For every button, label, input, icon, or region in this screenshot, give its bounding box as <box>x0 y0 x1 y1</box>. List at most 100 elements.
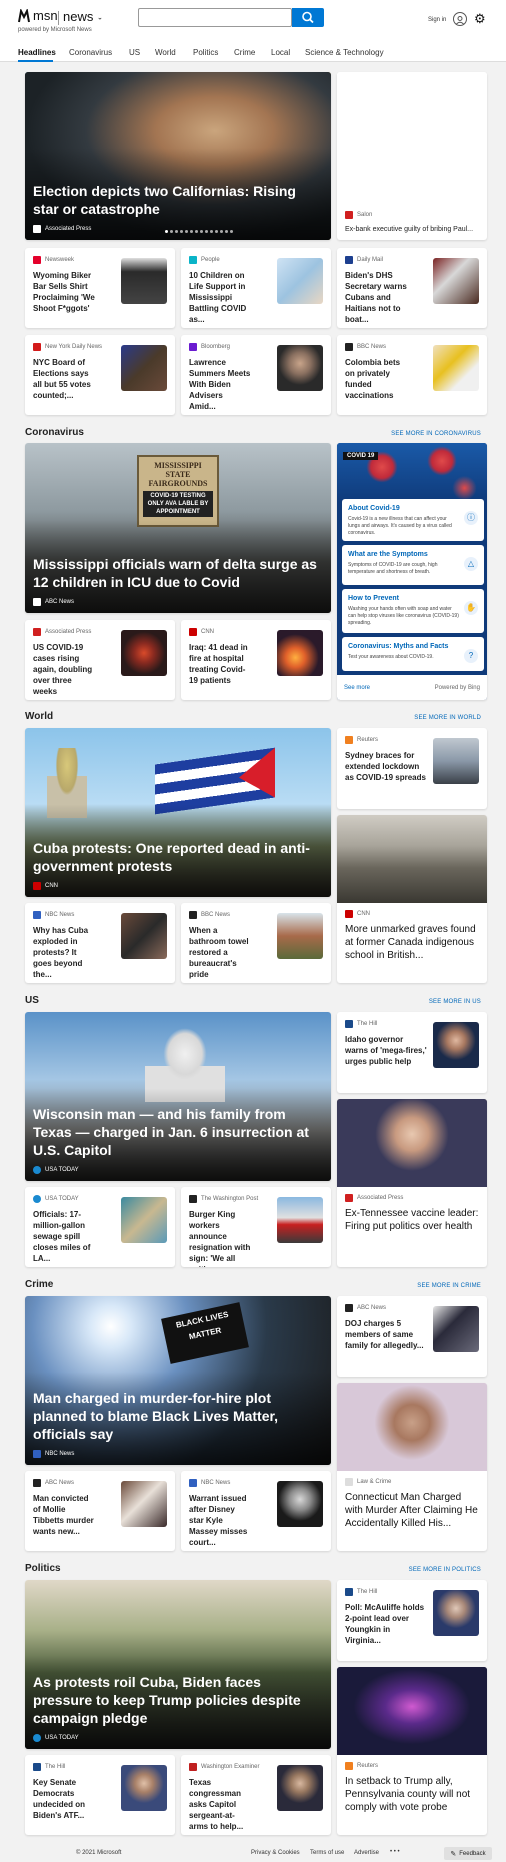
feedback-button[interactable]: ✎ Feedback <box>444 1847 492 1860</box>
top-side-title[interactable]: Ex-bank executive guilty of bribing Paul… <box>345 224 483 236</box>
card-title[interactable]: Biden's DHS Secretary warns Cubans and H… <box>345 270 407 325</box>
politics-hero-title[interactable]: As protests roil Cuba, Biden faces press… <box>33 1673 317 1727</box>
nav-headlines[interactable]: Headlines <box>18 48 56 57</box>
search-box[interactable] <box>138 8 292 28</box>
politics-card-1[interactable]: The Hill Key Senate Democrats undecided o… <box>25 1755 175 1835</box>
top-card-6[interactable]: BBC News Colombia bets on privately funde… <box>337 335 487 415</box>
card-title[interactable]: In setback to Trump ally, Pennsylvania c… <box>345 1775 481 1814</box>
see-more-world[interactable]: SEE MORE IN WORLD <box>414 715 481 721</box>
covid-item-title: How to Prevent <box>348 595 399 602</box>
nav-science-technology[interactable]: Science & Technology <box>305 48 384 57</box>
see-more-us[interactable]: SEE MORE IN US <box>429 999 481 1005</box>
nav-us[interactable]: US <box>129 48 140 57</box>
sign-in-label[interactable]: Sign in <box>428 17 446 23</box>
card-title[interactable]: Idaho governor warns of 'mega-fires,' ur… <box>345 1034 427 1067</box>
card-title[interactable]: Texas congressman asks Capitol sergeant-… <box>189 1777 251 1832</box>
coronavirus-hero-title[interactable]: Mississippi officials warn of delta surg… <box>33 555 317 591</box>
crime-side-top-card[interactable]: ABC News DOJ charges 5 members of same fa… <box>337 1296 487 1377</box>
card-title[interactable]: DOJ charges 5 members of same family for… <box>345 1318 427 1351</box>
card-title[interactable]: Ex-Tennessee vaccine leader: Firing put … <box>345 1207 481 1233</box>
footer: © 2021 Microsoft Privacy & Cookies Terms… <box>0 1845 506 1862</box>
us-hero-title[interactable]: Wisconsin man — and his family from Texa… <box>33 1105 317 1159</box>
covid-item-about[interactable]: About Covid-19 Covid-19 is a new illness … <box>342 499 484 541</box>
card-title[interactable]: More unmarked graves found at former Can… <box>345 923 481 962</box>
us-card-1[interactable]: USA TODAY Officials: 17-million-gallon se… <box>25 1187 175 1267</box>
politics-card-2[interactable]: Washington Examiner Texas congressman ask… <box>181 1755 331 1835</box>
covid-item-prevent[interactable]: How to Prevent Washing your hands often w… <box>342 589 484 633</box>
card-title[interactable]: Burger King workers announce resignation… <box>189 1209 251 1267</box>
crime-hero-title[interactable]: Man charged in murder-for-hire plot plan… <box>33 1389 317 1443</box>
us-side-top-card[interactable]: The Hill Idaho governor warns of 'mega-fi… <box>337 1012 487 1093</box>
world-side-top-card[interactable]: Reuters Sydney braces for extended lockdo… <box>337 728 487 809</box>
see-more-coronavirus[interactable]: SEE MORE IN CORONAVIRUS <box>391 431 481 437</box>
nav-world[interactable]: World <box>155 48 176 57</box>
world-side-big-card[interactable]: CNN More unmarked graves found at former… <box>337 815 487 983</box>
top-card-5[interactable]: Bloomberg Lawrence Summers Meets With Bid… <box>181 335 331 415</box>
top-card-2[interactable]: People 10 Children on Life Support in Mis… <box>181 248 331 328</box>
crime-card-2[interactable]: NBC News Warrant issued after Disney star… <box>181 1471 331 1551</box>
coronavirus-hero-card[interactable]: MISSISSIPPI STATE FAIRGROUNDS COVID-19 T… <box>25 443 331 613</box>
nav-politics[interactable]: Politics <box>193 48 218 57</box>
world-card-1[interactable]: NBC News Why has Cuba exploded in protest… <box>25 903 175 983</box>
card-title[interactable]: Man convicted of Mollie Tibbetts murder … <box>33 1493 95 1537</box>
card-title[interactable]: US COVID-19 cases rising again, doubling… <box>33 642 95 697</box>
card-source: Bloomberg <box>189 343 230 351</box>
covid-see-more-link[interactable]: See more <box>344 685 370 691</box>
msn-logo[interactable]: msn <box>18 8 58 23</box>
card-title[interactable]: Officials: 17-million-gallon sewage spil… <box>33 1209 95 1264</box>
card-title[interactable]: Iraq: 41 dead in fire at hospital treati… <box>189 642 251 686</box>
world-hero-card[interactable]: Cuba protests: One reported dead in anti… <box>25 728 331 897</box>
search-button[interactable] <box>292 8 324 27</box>
world-hero-title[interactable]: Cuba protests: One reported dead in anti… <box>33 839 317 875</box>
cnn-logo-icon <box>189 628 197 636</box>
nav-local[interactable]: Local <box>271 48 290 57</box>
crime-hero-card[interactable]: BLACK LIVES MATTER Man charged in murder… <box>25 1296 331 1465</box>
politics-side-top-card[interactable]: The Hill Poll: McAuliffe holds 2-point le… <box>337 1580 487 1661</box>
card-title[interactable]: Connecticut Man Charged with Murder Afte… <box>345 1491 481 1530</box>
crime-card-1[interactable]: ABC News Man convicted of Mollie Tibbetts… <box>25 1471 175 1551</box>
top-card-1[interactable]: Newsweek Wyoming Biker Bar Sells Shirt Pr… <box>25 248 175 328</box>
card-title[interactable]: Sydney braces for extended lockdown as C… <box>345 750 427 783</box>
crime-side-big-card[interactable]: Law & Crime Connecticut Man Charged with… <box>337 1383 487 1551</box>
card-title[interactable]: Lawrence Summers Meets With Biden Advise… <box>189 357 251 412</box>
hero-card[interactable]: Election depicts two Californias: Rising… <box>25 72 331 240</box>
footer-link-privacy[interactable]: Privacy & Cookies <box>251 1850 300 1856</box>
search-input[interactable] <box>139 11 291 28</box>
carousel-dots[interactable] <box>164 220 234 238</box>
covid-item-myths[interactable]: Coronavirus: Myths and Facts Test your aw… <box>342 637 484 671</box>
card-title[interactable]: Poll: McAuliffe holds 2-point lead over … <box>345 1602 427 1646</box>
section-switcher[interactable]: news ⌄ <box>63 9 103 24</box>
see-more-crime[interactable]: SEE MORE IN CRIME <box>417 1283 481 1289</box>
top-side-card[interactable]: Salon Ex-bank executive guilty of bribin… <box>337 72 487 240</box>
card-title[interactable]: Key Senate Democrats undecided on Biden'… <box>33 1777 95 1821</box>
footer-link-advertise[interactable]: Advertise <box>354 1850 379 1856</box>
card-title[interactable]: When a bathroom towel restored a bureauc… <box>189 925 251 980</box>
card-title[interactable]: Why has Cuba exploded in protests? It go… <box>33 925 95 980</box>
nav-coronavirus[interactable]: Coronavirus <box>69 48 112 57</box>
account-icon[interactable] <box>453 12 467 26</box>
nav-crime[interactable]: Crime <box>234 48 255 57</box>
see-more-politics[interactable]: SEE MORE IN POLITICS <box>409 1567 481 1573</box>
hero-title[interactable]: Election depicts two Californias: Rising… <box>33 182 317 218</box>
footer-link-terms[interactable]: Terms of use <box>310 1850 344 1856</box>
card-title[interactable]: Warrant issued after Disney star Kyle Ma… <box>189 1493 251 1548</box>
top-card-3[interactable]: Daily Mail Biden's DHS Secretary warns Cu… <box>337 248 487 328</box>
card-source-label: CNN <box>201 629 214 635</box>
card-source-label: The Hill <box>357 1021 378 1027</box>
card-title[interactable]: 10 Children on Life Support in Mississip… <box>189 270 251 325</box>
covid-item-symptoms[interactable]: What are the Symptoms Symptoms of COVID-1… <box>342 545 484 585</box>
us-hero-card[interactable]: Wisconsin man — and his family from Texa… <box>25 1012 331 1181</box>
card-title[interactable]: Wyoming Biker Bar Sells Shirt Proclaimin… <box>33 270 95 314</box>
us-side-big-card[interactable]: Associated Press Ex-Tennessee vaccine le… <box>337 1099 487 1267</box>
coronavirus-card-2[interactable]: CNN Iraq: 41 dead in fire at hospital tre… <box>181 620 331 700</box>
gear-icon[interactable]: ⚙ <box>474 12 486 26</box>
footer-more-icon[interactable]: • • • <box>390 1849 400 1855</box>
us-card-2[interactable]: The Washington Post Burger King workers a… <box>181 1187 331 1267</box>
coronavirus-card-1[interactable]: Associated Press US COVID-19 cases rising… <box>25 620 175 700</box>
top-card-4[interactable]: New York Daily News NYC Board of Election… <box>25 335 175 415</box>
politics-hero-card[interactable]: As protests roil Cuba, Biden faces press… <box>25 1580 331 1749</box>
politics-side-big-card[interactable]: Reuters In setback to Trump ally, Pennsy… <box>337 1667 487 1835</box>
card-title[interactable]: Colombia bets on privately funded vaccin… <box>345 357 407 401</box>
world-card-2[interactable]: BBC News When a bathroom towel restored a… <box>181 903 331 983</box>
card-title[interactable]: NYC Board of Elections says all but 55 v… <box>33 357 95 401</box>
